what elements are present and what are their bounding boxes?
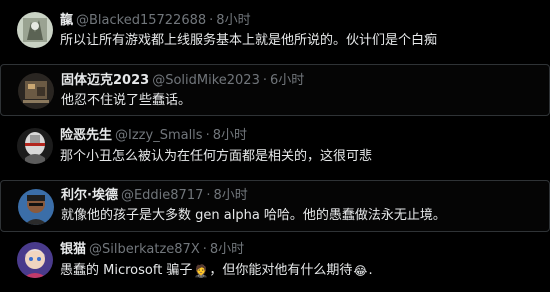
avatar[interactable] bbox=[17, 12, 53, 48]
reply-text-part: . bbox=[368, 263, 373, 278]
reply-header: 险恶先生 @Izzy_Smalls · 8小时 bbox=[60, 128, 247, 144]
reply-text: 愚蠢的 Microsoft 骗子🤵，但你能对他有什么期待😂. bbox=[60, 262, 373, 280]
user-handle[interactable]: @Izzy_Smalls bbox=[115, 128, 203, 143]
timestamp[interactable]: 6小时 bbox=[270, 73, 304, 88]
reply-header: 银猫 @Silberkatze87X · 8小时 bbox=[60, 242, 244, 258]
avatar-image bbox=[18, 189, 54, 225]
display-name[interactable]: 靝 bbox=[60, 13, 73, 28]
avatar-image bbox=[17, 242, 53, 278]
reply-header: 靝 @Blacked15722688 · 8小时 bbox=[60, 13, 251, 29]
avatar-image bbox=[17, 128, 53, 164]
separator-dot: · bbox=[205, 128, 210, 143]
reply-text-part: 愚蠢的 Microsoft 骗子 bbox=[60, 263, 193, 278]
reply-item[interactable]: 银猫 @Silberkatze87X · 8小时 愚蠢的 Microsoft 骗子🤵，… bbox=[0, 236, 550, 292]
avatar[interactable] bbox=[17, 242, 53, 278]
user-handle[interactable]: @Silberkatze87X bbox=[89, 242, 200, 257]
timestamp[interactable]: 8小时 bbox=[214, 188, 248, 203]
timestamp[interactable]: 8小时 bbox=[216, 13, 250, 28]
display-name[interactable]: 险恶先生 bbox=[60, 128, 112, 143]
reply-text: 他忍不住说了些蠢话。 bbox=[61, 93, 192, 108]
reply-item[interactable]: 利尔·埃德 @Eddie8717 · 8小时 就像他的孩子是大多数 gen alpha… bbox=[0, 180, 550, 232]
avatar[interactable] bbox=[18, 73, 54, 109]
display-name[interactable]: 银猫 bbox=[60, 242, 86, 257]
separator-dot: · bbox=[206, 188, 211, 203]
avatar-image bbox=[18, 73, 54, 109]
display-name[interactable]: 固体迈克2023 bbox=[61, 73, 149, 88]
reply-item[interactable]: 险恶先生 @Izzy_Smalls · 8小时 那个小丑怎么被认为在任何方面都是相关的… bbox=[0, 122, 550, 178]
reply-item[interactable]: 固体迈克2023 @SolidMike2023 · 6小时 他忍不住说了些蠢话。 bbox=[0, 64, 550, 116]
avatar[interactable] bbox=[18, 189, 54, 225]
reply-text: 就像他的孩子是大多数 gen alpha 哈哈。他的愚蠢做法永无止境。 bbox=[61, 208, 446, 223]
reply-item[interactable]: 靝 @Blacked15722688 · 8小时 所以让所有游戏都上线服务基本上就是他… bbox=[0, 6, 550, 56]
avatar-image bbox=[17, 12, 53, 48]
separator-dot: · bbox=[209, 13, 214, 28]
reply-text: 所以让所有游戏都上线服务基本上就是他所说的。伙计们是个白痴 bbox=[60, 33, 438, 48]
laughing-emoji-icon: 😂 bbox=[353, 264, 368, 278]
reply-header: 固体迈克2023 @SolidMike2023 · 6小时 bbox=[61, 73, 304, 89]
separator-dot: · bbox=[262, 73, 267, 88]
reply-text-part: ，但你能对他有什么期待 bbox=[209, 263, 353, 278]
reply-text: 那个小丑怎么被认为在任何方面都是相关的，这很可悲 bbox=[60, 149, 373, 164]
timestamp[interactable]: 8小时 bbox=[213, 128, 247, 143]
timestamp[interactable]: 8小时 bbox=[210, 242, 244, 257]
user-handle[interactable]: @Eddie8717 bbox=[121, 188, 203, 203]
man-in-tuxedo-emoji-icon: 🤵 bbox=[193, 264, 209, 278]
user-handle[interactable]: @SolidMike2023 bbox=[152, 73, 260, 88]
avatar[interactable] bbox=[17, 128, 53, 164]
display-name[interactable]: 利尔·埃德 bbox=[61, 188, 118, 203]
reply-header: 利尔·埃德 @Eddie8717 · 8小时 bbox=[61, 188, 248, 204]
separator-dot: · bbox=[202, 242, 207, 257]
user-handle[interactable]: @Blacked15722688 bbox=[76, 13, 206, 28]
